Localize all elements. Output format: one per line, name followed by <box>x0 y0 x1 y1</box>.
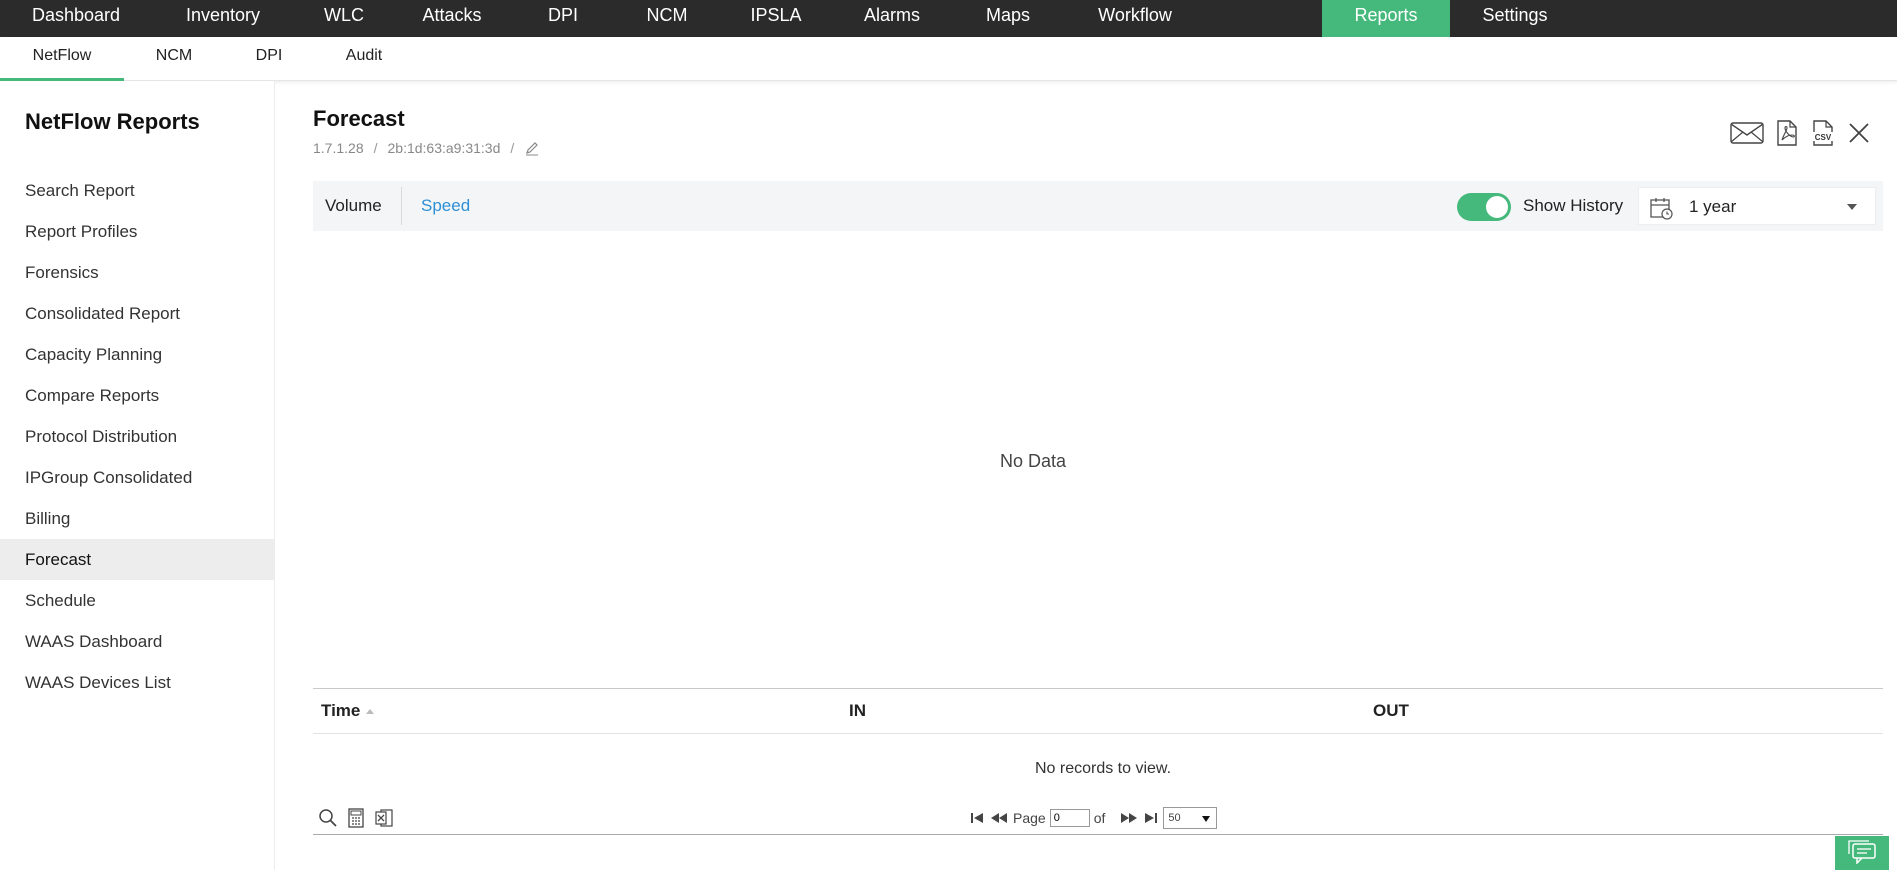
grid-header: Time IN OUT <box>313 688 1883 734</box>
sidebar-item-protocol-distribution[interactable]: Protocol Distribution <box>0 416 275 457</box>
sub-nav: NetFlow NCM DPI Audit <box>0 37 1897 81</box>
top-nav-alarms[interactable]: Alarms <box>834 0 950 37</box>
sidebar-item-waas-devices-list[interactable]: WAAS Devices List <box>0 662 275 703</box>
column-header-in[interactable]: IN <box>849 689 866 733</box>
toggle-knob <box>1486 196 1508 218</box>
sidebar-item-consolidated-report[interactable]: Consolidated Report <box>0 293 275 334</box>
grid-pager: Page of 50 <box>313 801 1883 835</box>
sidebar-item-billing[interactable]: Billing <box>0 498 275 539</box>
top-nav-ipsla[interactable]: IPSLA <box>718 0 834 37</box>
email-icon[interactable] <box>1729 119 1765 147</box>
sidebar-item-report-profiles[interactable]: Report Profiles <box>0 211 275 252</box>
top-nav-reports[interactable]: Reports <box>1322 0 1450 37</box>
calculator-icon[interactable] <box>345 807 367 829</box>
data-grid: Time IN OUT No records to view. <box>313 688 1883 804</box>
show-history-toggle[interactable] <box>1457 193 1511 221</box>
period-value: 1 year <box>1689 197 1737 216</box>
tab-divider <box>401 187 402 225</box>
breadcrumb: 1.7.1.28 / 2b:1d:63:a9:31:3d / <box>313 140 540 156</box>
page-size-select[interactable]: 50 <box>1163 807 1218 829</box>
breadcrumb-separator: / <box>373 140 378 156</box>
chevron-down-icon <box>1202 816 1211 822</box>
empty-records-message: No records to view. <box>1034 760 1172 777</box>
column-header-time[interactable]: Time <box>321 689 375 733</box>
sort-arrow-icon <box>366 709 375 715</box>
excel-export-icon[interactable] <box>373 807 395 829</box>
sidebar-item-schedule[interactable]: Schedule <box>0 580 275 621</box>
page-number-input[interactable] <box>1049 809 1090 827</box>
last-page-icon[interactable] <box>1143 810 1159 826</box>
sub-nav-dpi[interactable]: DPI <box>224 37 314 81</box>
chat-icon <box>1845 838 1879 869</box>
first-page-icon[interactable] <box>969 810 985 826</box>
edit-icon[interactable] <box>524 140 540 156</box>
tab-speed[interactable]: Speed <box>421 181 470 231</box>
breadcrumb-interface[interactable]: 2b:1d:63:a9:31:3d <box>388 140 501 156</box>
top-nav-dpi[interactable]: DPI <box>510 0 616 37</box>
previous-page-icon[interactable] <box>989 810 1009 826</box>
sidebar-item-capacity-planning[interactable]: Capacity Planning <box>0 334 275 375</box>
show-history-label: Show History <box>1523 196 1624 215</box>
pager-navigation: Page of 50 <box>969 807 1218 829</box>
sidebar-item-ipgroup-consolidated[interactable]: IPGroup Consolidated <box>0 457 275 498</box>
search-icon[interactable] <box>317 807 339 829</box>
sidebar-item-forecast[interactable]: Forecast <box>0 539 275 580</box>
page-size-value: 50 <box>1168 812 1181 824</box>
no-data-message: No Data <box>999 451 1067 471</box>
close-icon[interactable] <box>1845 119 1873 147</box>
top-nav-maps[interactable]: Maps <box>950 0 1066 37</box>
top-nav-workflow[interactable]: Workflow <box>1066 0 1322 37</box>
report-toolbar: Volume Speed Show History 1 year <box>313 181 1883 231</box>
next-page-icon[interactable] <box>1119 810 1139 826</box>
top-nav-inventory[interactable]: Inventory <box>152 0 294 37</box>
top-nav-dashboard[interactable]: Dashboard <box>0 0 152 37</box>
sidebar-item-compare-reports[interactable]: Compare Reports <box>0 375 275 416</box>
pager-tools <box>317 807 395 829</box>
top-nav-settings[interactable]: Settings <box>1450 0 1580 37</box>
of-label: of <box>1093 810 1106 826</box>
sub-nav-audit[interactable]: Audit <box>314 37 414 81</box>
top-nav-wlc[interactable]: WLC <box>294 0 394 37</box>
sidebar-item-forensics[interactable]: Forensics <box>0 252 275 293</box>
chat-button[interactable] <box>1835 836 1889 870</box>
calendar-icon <box>1649 196 1673 225</box>
sidebar-title: NetFlow Reports <box>25 109 200 134</box>
top-nav-attacks[interactable]: Attacks <box>394 0 510 37</box>
sidebar-menu: Search Report Report Profiles Forensics … <box>0 170 275 703</box>
csv-icon[interactable]: CSV <box>1809 119 1837 147</box>
page-title: Forecast <box>313 106 405 131</box>
svg-text:CSV: CSV <box>1815 133 1832 142</box>
column-header-out[interactable]: OUT <box>1373 689 1409 733</box>
main-content: Forecast 1.7.1.28 / 2b:1d:63:a9:31:3d / … <box>313 81 1883 870</box>
breadcrumb-device[interactable]: 1.7.1.28 <box>313 140 364 156</box>
sidebar-item-search-report[interactable]: Search Report <box>0 170 275 211</box>
chevron-down-icon <box>1847 204 1857 210</box>
sub-nav-ncm[interactable]: NCM <box>124 37 224 81</box>
top-nav: Dashboard Inventory WLC Attacks DPI NCM … <box>0 0 1897 37</box>
sidebar-item-waas-dashboard[interactable]: WAAS Dashboard <box>0 621 275 662</box>
breadcrumb-separator: / <box>510 140 515 156</box>
sub-nav-netflow[interactable]: NetFlow <box>0 37 124 81</box>
report-actions: CSV <box>1729 119 1873 147</box>
top-nav-ncm[interactable]: NCM <box>616 0 718 37</box>
tab-volume[interactable]: Volume <box>325 181 382 231</box>
period-select[interactable]: 1 year <box>1638 187 1876 225</box>
sidebar: NetFlow Reports Search Report Report Pro… <box>0 81 275 870</box>
pdf-icon[interactable] <box>1773 119 1801 147</box>
page-label: Page <box>1013 810 1046 826</box>
column-header-time-label: Time <box>321 701 361 720</box>
